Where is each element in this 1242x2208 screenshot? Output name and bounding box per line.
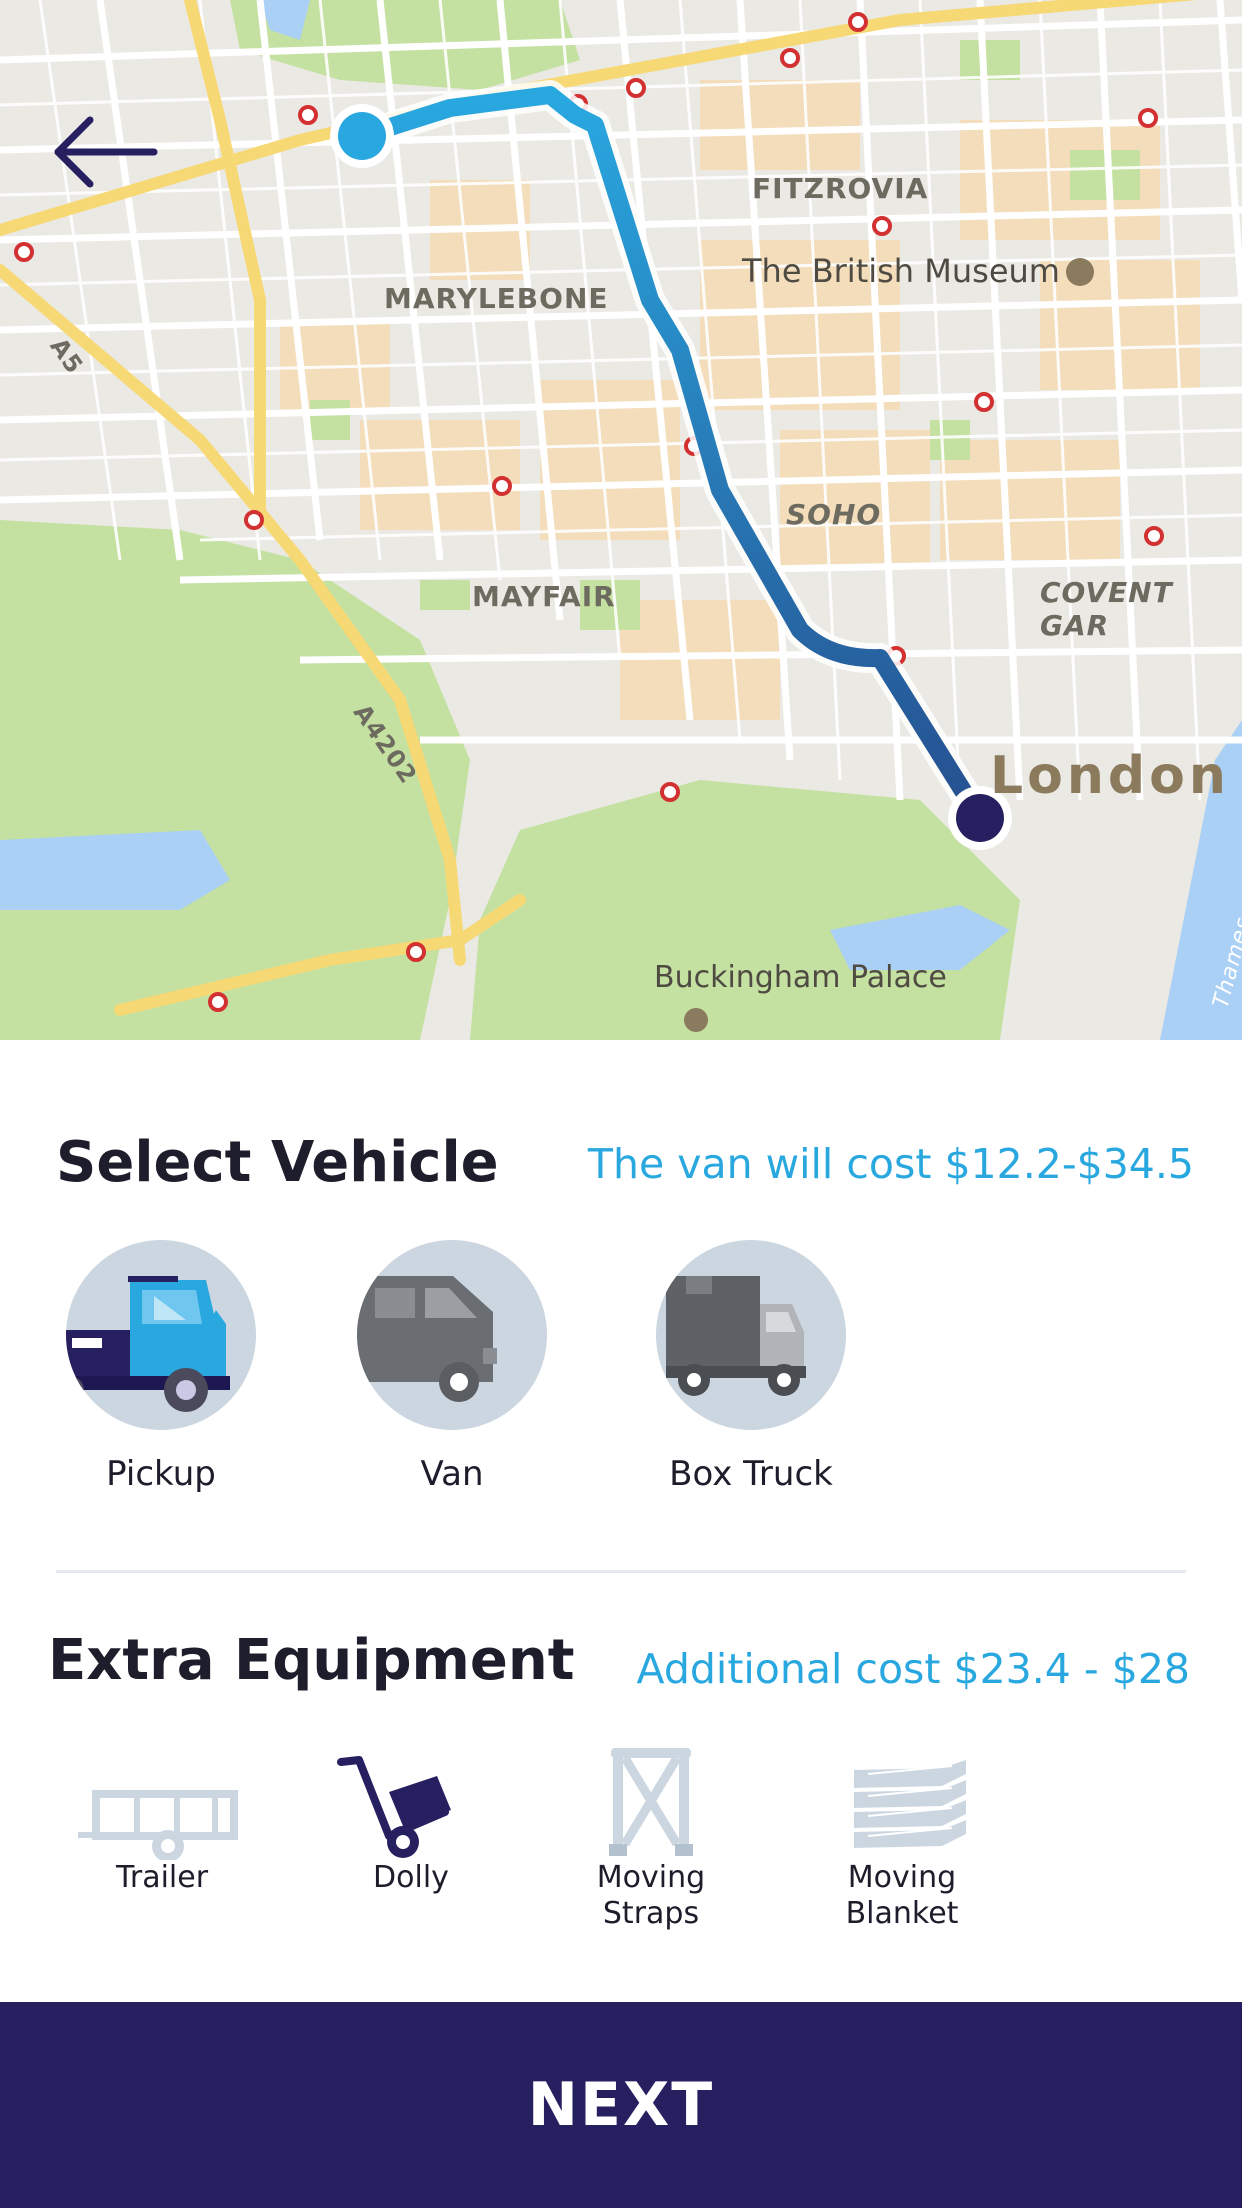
vehicle-cost-text: The van will cost $12.2-$34.5: [587, 1140, 1194, 1188]
origin-marker[interactable]: [338, 112, 386, 160]
back-button[interactable]: [50, 112, 160, 192]
vehicle-label-pickup: Pickup: [106, 1454, 216, 1494]
equipment-option-dolly[interactable]: Dolly: [311, 1740, 511, 1896]
vehicle-option-pickup[interactable]: Pickup: [66, 1240, 256, 1494]
trailer-icon: [78, 1790, 238, 1862]
straps-icon: [609, 1748, 693, 1856]
arrow-left-icon: [54, 116, 158, 188]
equipment-dolly-icon-wrap: [311, 1740, 511, 1860]
blanket-icon: [854, 1760, 966, 1848]
map-label-marylebone: MARYLEBONE: [384, 282, 609, 315]
equipment-straps-icon-wrap: [551, 1740, 751, 1860]
map-label-british-museum: The British Museum: [742, 252, 1060, 290]
vehicle-label-van: Van: [420, 1454, 484, 1494]
equipment-label-moving-straps: Moving Straps: [551, 1860, 751, 1932]
equipment-label-moving-blanket: Moving Blanket: [802, 1860, 1002, 1932]
vehicle-box-truck-circle: [656, 1240, 846, 1430]
next-button[interactable]: NEXT: [0, 2002, 1242, 2208]
map-label-mayfair: MAYFAIR: [472, 580, 616, 613]
map-label-covent-garden: COVENT GAR: [1040, 576, 1173, 642]
equipment-blanket-icon-wrap: [802, 1740, 1002, 1860]
vehicle-option-van[interactable]: Van: [357, 1240, 547, 1494]
equipment-option-moving-straps[interactable]: Moving Straps: [551, 1740, 751, 1932]
equipment-trailer-icon-wrap: [62, 1740, 262, 1862]
equipment-cost-text: Additional cost $23.4 - $28: [636, 1645, 1190, 1693]
equipment-option-moving-blanket[interactable]: Moving Blanket: [802, 1740, 1002, 1932]
equipment-label-moving-straps-line2: Straps: [602, 1896, 700, 1931]
equipment-label-dolly: Dolly: [373, 1860, 449, 1895]
vehicle-pickup-circle: [66, 1240, 256, 1430]
map-label-buckingham-palace: Buckingham Palace: [654, 960, 947, 995]
vehicle-option-box-truck[interactable]: Box Truck: [656, 1240, 846, 1494]
box-truck-icon: [666, 1276, 806, 1396]
vehicle-label-box-truck: Box Truck: [669, 1454, 833, 1494]
route-map[interactable]: FITZROVIA The British Museum MARYLEBONE …: [0, 0, 1242, 1040]
equipment-option-trailer[interactable]: Trailer: [62, 1740, 262, 1896]
map-canvas: [0, 0, 1242, 1040]
section-divider: [56, 1570, 1186, 1573]
pickup-truck-icon: [66, 1276, 230, 1412]
dolly-icon: [337, 1756, 451, 1858]
vehicle-van-circle: [357, 1240, 547, 1430]
landmark-icon: [684, 1008, 708, 1032]
map-label-fitzrovia: FITZROVIA: [752, 172, 929, 205]
equipment-label-trailer: Trailer: [115, 1860, 209, 1895]
museum-icon: [1066, 258, 1094, 286]
next-button-label: NEXT: [527, 2070, 715, 2140]
equipment-label-moving-straps-line1: Moving: [596, 1860, 706, 1895]
select-vehicle-title: Select Vehicle: [56, 1130, 499, 1195]
equipment-label-moving-blanket-line2: Blanket: [845, 1896, 959, 1931]
map-label-london: London: [990, 746, 1230, 806]
map-label-soho: SOHO: [786, 498, 882, 531]
van-icon: [357, 1276, 497, 1402]
extra-equipment-title: Extra Equipment: [48, 1628, 575, 1693]
equipment-label-moving-blanket-line1: Moving: [847, 1860, 957, 1895]
